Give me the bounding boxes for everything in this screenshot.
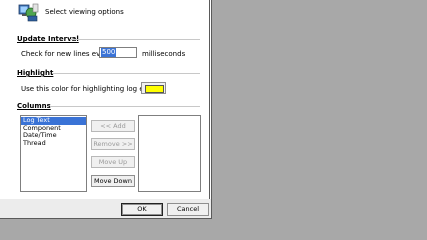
interval-input[interactable]: 500: [99, 47, 137, 58]
available-columns-list[interactable]: Log Text Component Date/Time Thread: [20, 115, 87, 192]
interval-unit-label: milliseconds: [142, 50, 186, 58]
move-up-button[interactable]: Move Up: [91, 156, 135, 168]
move-down-button[interactable]: Move Down: [91, 175, 135, 187]
ok-button[interactable]: OK: [121, 203, 163, 216]
remove-column-button[interactable]: Remove >>: [91, 138, 135, 150]
options-dialog: Select viewing options Update Interval C…: [0, 0, 212, 219]
dialog-heading: Select viewing options: [45, 8, 124, 16]
interval-prefix-label: Check for new lines every: [21, 50, 112, 58]
app-settings-icon: [18, 3, 40, 23]
highlight-heading: Highlight: [17, 69, 54, 77]
list-item[interactable]: Thread: [21, 139, 86, 148]
interval-value: 500: [101, 48, 117, 57]
cancel-button[interactable]: Cancel: [167, 203, 209, 216]
columns-heading: Columns: [17, 102, 51, 110]
highlight-divider: [52, 73, 200, 74]
add-column-button[interactable]: << Add: [91, 120, 135, 132]
highlight-color-button[interactable]: [141, 82, 166, 94]
highlight-color-swatch: [145, 85, 164, 93]
options-panel: Select viewing options Update Interval C…: [0, 0, 211, 199]
shown-columns-list[interactable]: [138, 115, 201, 192]
update-interval-divider: [70, 39, 200, 40]
columns-divider: [50, 106, 200, 107]
